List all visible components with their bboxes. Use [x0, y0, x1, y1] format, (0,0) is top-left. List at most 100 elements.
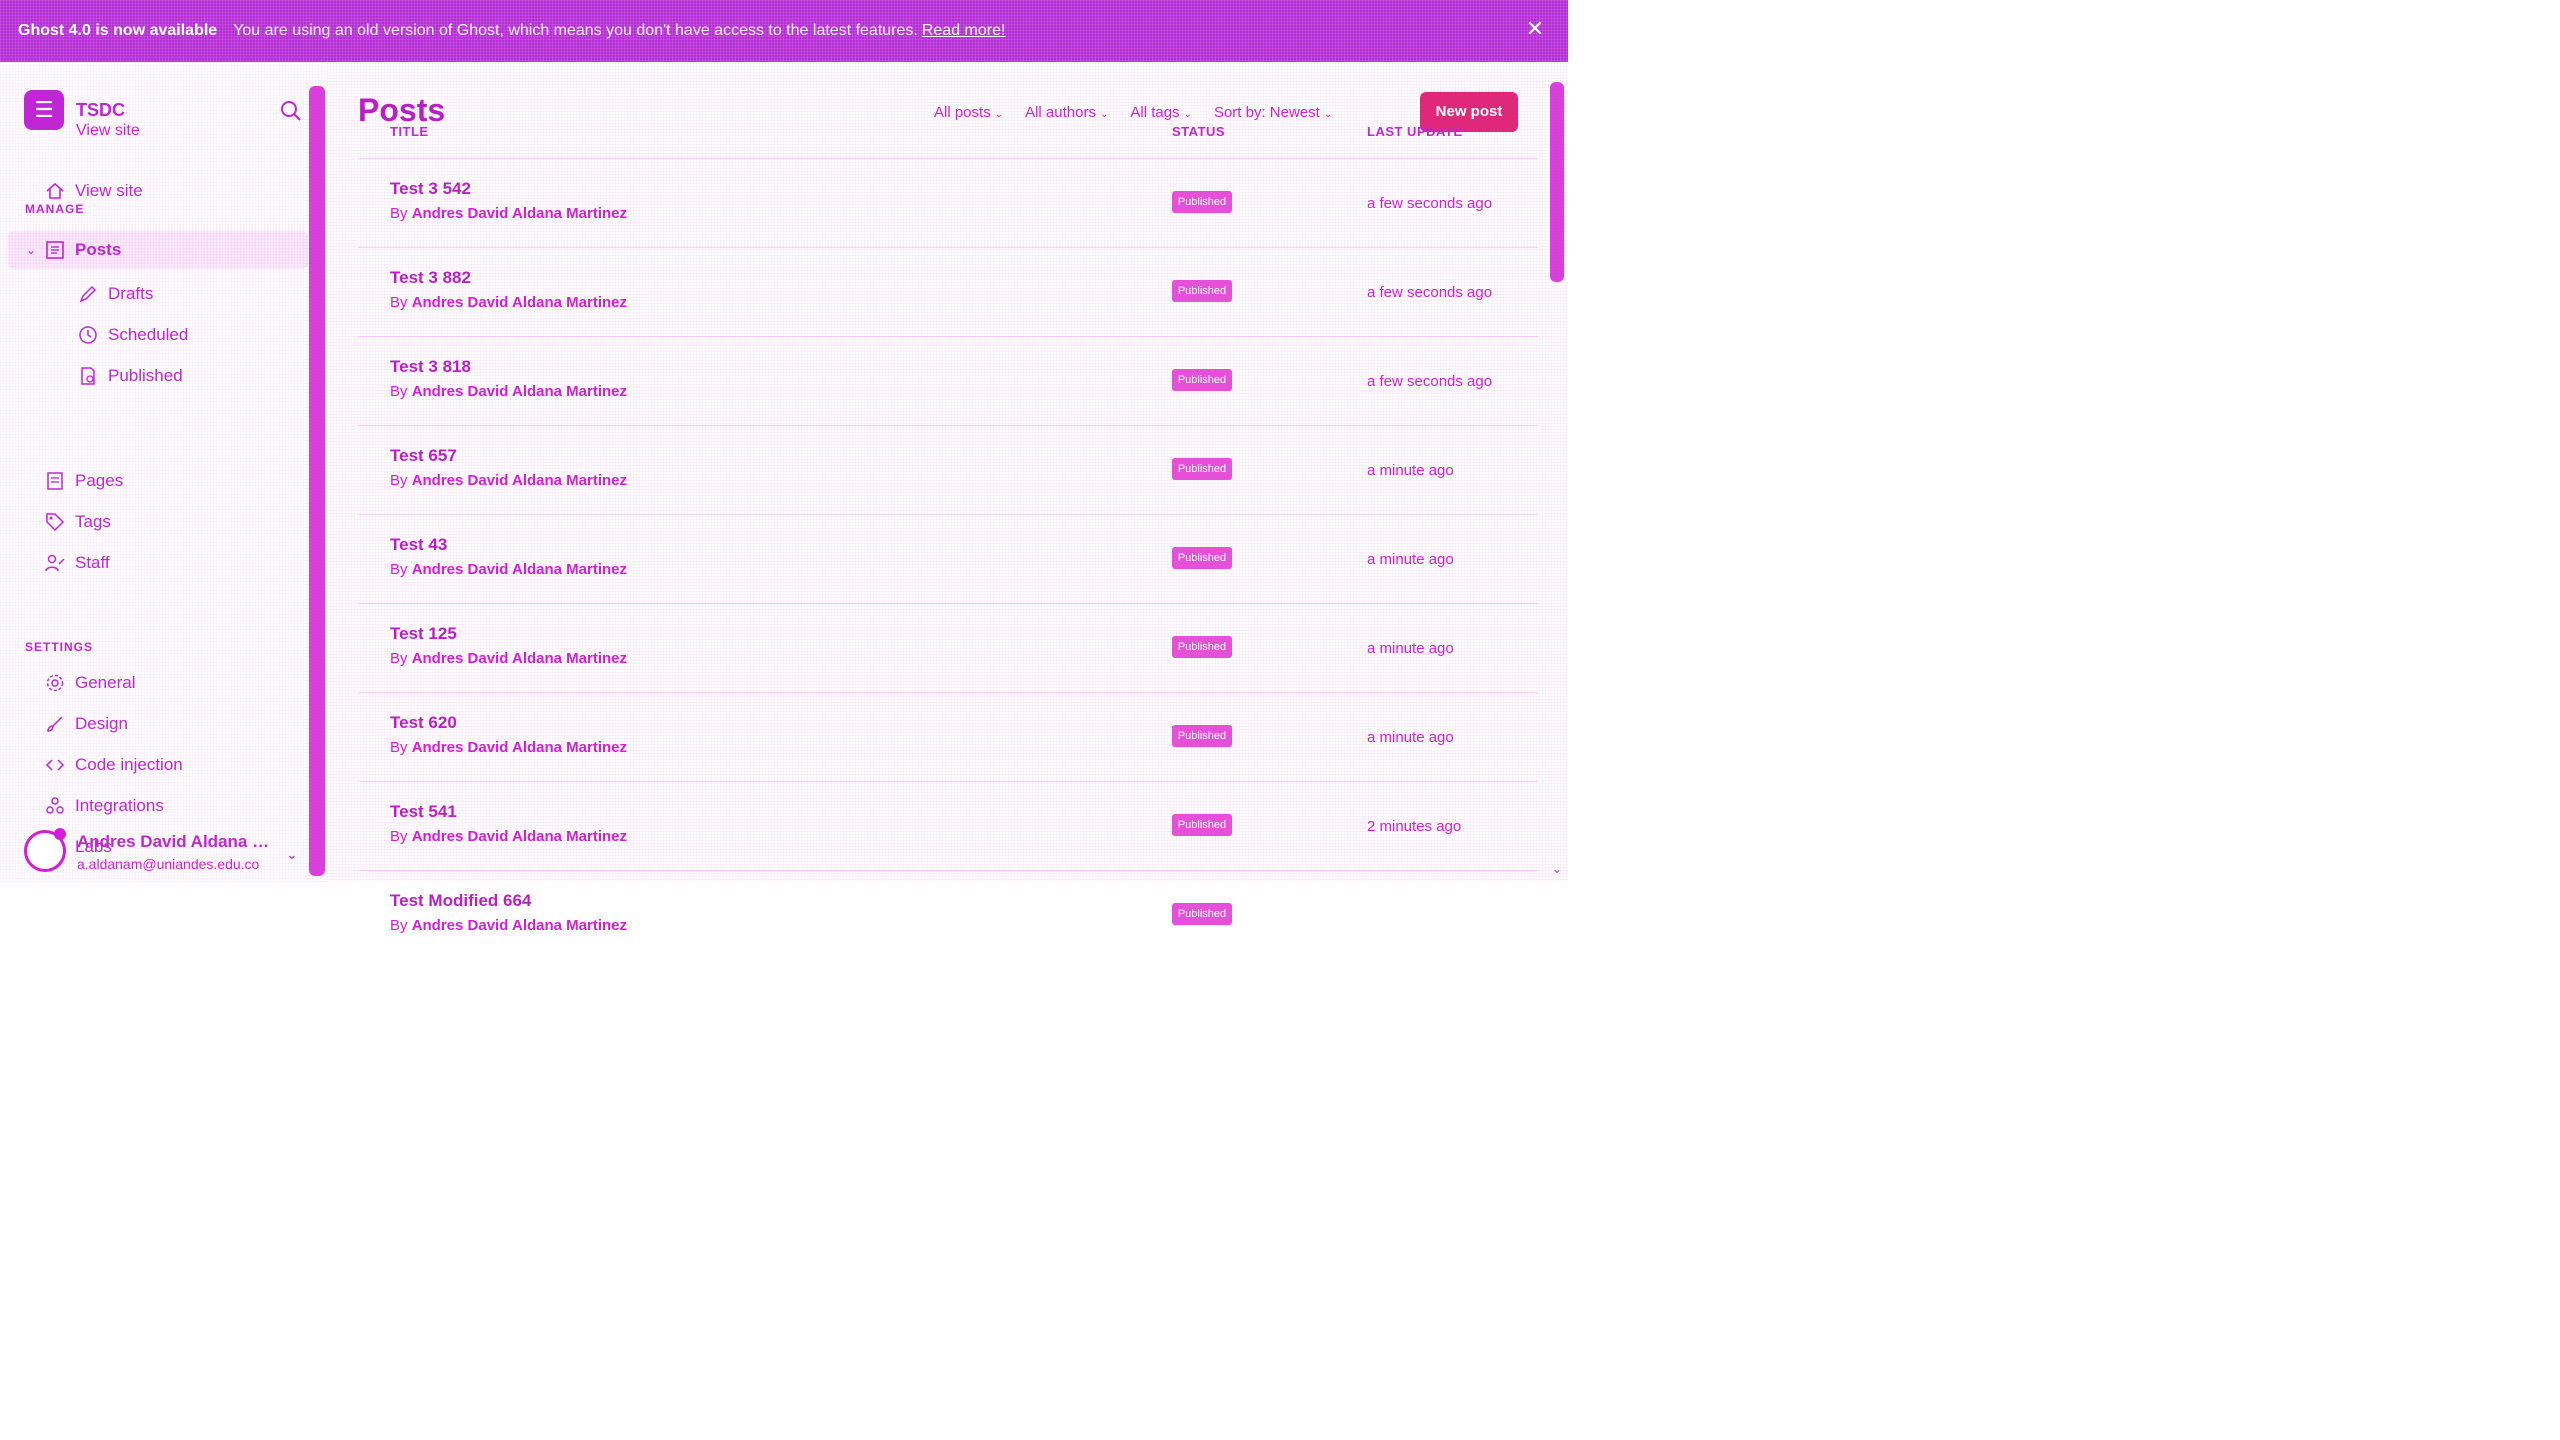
sidebar-item-label: Published [108, 366, 183, 385]
post-author: Andres David Aldana Martinez [411, 383, 628, 400]
sidebar: ☰ TSDC View site View site MANAGE ⌄ Post… [0, 62, 326, 882]
post-byline: By Andres David Aldana Martinez [390, 205, 627, 222]
byline-prefix: By [390, 917, 408, 934]
sidebar-item-label: Code injection [75, 755, 183, 774]
sidebar-item-label: Drafts [108, 284, 154, 303]
post-author: Andres David Aldana Martinez [411, 561, 628, 578]
post-author: Andres David Aldana Martinez [411, 650, 628, 667]
post-title[interactable]: Test 541 [390, 802, 457, 822]
post-title[interactable]: Test 3 882 [390, 268, 471, 288]
post-title[interactable]: Test Modified 664 [390, 891, 531, 911]
sidebar-item-label: Design [75, 714, 128, 733]
post-filters: All posts ⌄ All authors ⌄ All tags ⌄ Sort b… [934, 104, 1332, 121]
post-title[interactable]: Test 3 542 [390, 179, 471, 199]
staff-icon [45, 554, 65, 572]
banner-read-more-link[interactable]: Read more! [922, 22, 1006, 40]
pages-icon [47, 472, 63, 490]
table-row[interactable]: Test Modified 664 By Andres David Aldana … [358, 870, 1538, 959]
chevron-down-icon[interactable]: ⌄ [1552, 862, 1562, 876]
tag-icon [46, 513, 65, 532]
column-header-updated: LAST UPDATE [1367, 124, 1463, 139]
post-updated: a minute ago [1367, 462, 1454, 479]
chevron-down-icon[interactable]: ⌄ [286, 846, 298, 863]
post-title[interactable]: Test 125 [390, 624, 457, 644]
pencil-icon [79, 285, 97, 303]
table-row[interactable]: Test 541 By Andres David Aldana Martinez P… [358, 781, 1538, 870]
sidebar-item-drafts[interactable]: Drafts [78, 283, 153, 305]
table-row[interactable]: Test 3 542 By Andres David Aldana Martine… [358, 158, 1538, 247]
byline-prefix: By [390, 383, 408, 400]
post-byline: By Andres David Aldana Martinez [390, 472, 627, 489]
published-icon [81, 367, 95, 385]
post-author: Andres David Aldana Martinez [411, 739, 628, 756]
table-row[interactable]: Test 620 By Andres David Aldana Martinez P… [358, 692, 1538, 781]
table-row[interactable]: Test 657 By Andres David Aldana Martinez P… [358, 425, 1538, 514]
site-logo[interactable]: ☰ [24, 90, 64, 130]
post-title[interactable]: Test 620 [390, 713, 457, 733]
sidebar-item-code-injection[interactable]: Code injection [45, 754, 183, 776]
status-badge: Published [1172, 636, 1232, 658]
byline-prefix: By [390, 472, 408, 489]
table-row[interactable]: Test 43 By Andres David Aldana Martinez Pu… [358, 514, 1538, 603]
byline-prefix: By [390, 739, 408, 756]
sidebar-item-scheduled[interactable]: Scheduled [78, 324, 188, 346]
sidebar-item-label: Posts [75, 240, 122, 259]
main-scrollbar[interactable] [1550, 82, 1564, 282]
table-row[interactable]: Test 125 By Andres David Aldana Martinez P… [358, 603, 1538, 692]
post-byline: By Andres David Aldana Martinez [390, 383, 627, 400]
sidebar-item-staff[interactable]: Staff [45, 552, 110, 574]
home-icon [46, 182, 64, 199]
search-icon[interactable] [280, 100, 302, 122]
filter-label: All authors [1025, 104, 1096, 121]
sidebar-item-published[interactable]: Published [78, 365, 183, 387]
sidebar-item-design[interactable]: Design [45, 713, 128, 735]
post-updated: 2 minutes ago [1367, 818, 1462, 835]
post-byline: By Andres David Aldana Martinez [390, 294, 627, 311]
sidebar-item-label: General [75, 673, 136, 692]
manage-heading: MANAGE [25, 202, 85, 216]
close-icon[interactable]: ✕ [1524, 18, 1546, 40]
filter-all-authors[interactable]: All authors ⌄ [1025, 104, 1108, 121]
chevron-down-icon: ⌄ [1183, 109, 1192, 120]
sidebar-item-view-site[interactable]: View site [45, 180, 143, 202]
sidebar-item-tags[interactable]: Tags [45, 511, 111, 533]
view-site-link[interactable]: View site [76, 122, 140, 140]
banner-message: You are using an old version of Ghost, w… [233, 22, 918, 39]
post-author: Andres David Aldana Martinez [411, 472, 628, 489]
post-title[interactable]: Test 43 [390, 535, 447, 555]
sidebar-item-pages[interactable]: Pages [45, 470, 123, 492]
sidebar-scrollbar[interactable] [309, 86, 325, 876]
user-menu[interactable]: Andres David Aldana Martinez a.aldanam@u… [24, 828, 314, 878]
byline-prefix: By [390, 561, 408, 578]
post-title[interactable]: Test 3 818 [390, 357, 471, 377]
sidebar-item-posts[interactable]: Posts [8, 231, 308, 269]
status-badge: Published [1172, 725, 1232, 747]
post-updated: a few seconds ago [1367, 284, 1493, 301]
byline-prefix: By [390, 205, 408, 222]
post-byline: By Andres David Aldana Martinez [390, 561, 627, 578]
filter-all-posts[interactable]: All posts ⌄ [934, 104, 1003, 121]
sidebar-item-general[interactable]: General [45, 672, 135, 694]
post-byline: By Andres David Aldana Martinez [390, 828, 627, 845]
post-title[interactable]: Test 657 [390, 446, 457, 466]
sidebar-item-label: Integrations [75, 796, 164, 815]
post-updated: a minute ago [1367, 640, 1454, 657]
filter-all-tags[interactable]: All tags ⌄ [1130, 104, 1192, 121]
sidebar-item-label: Pages [75, 471, 124, 490]
upgrade-banner: Ghost 4.0 is now available You are using… [0, 0, 1568, 62]
status-dot [54, 828, 66, 840]
table-row[interactable]: Test 3 818 By Andres David Aldana Martine… [358, 336, 1538, 425]
post-author: Andres David Aldana Martinez [411, 828, 628, 845]
status-badge: Published [1172, 903, 1232, 925]
status-badge: Published [1172, 547, 1232, 569]
status-badge: Published [1172, 369, 1232, 391]
main-content: Posts All posts ⌄ All authors ⌄ All tags ⌄ … [326, 62, 1568, 934]
table-row[interactable]: Test 3 882 By Andres David Aldana Martine… [358, 247, 1538, 336]
filter-sort[interactable]: Sort by: Newest ⌄ [1214, 104, 1332, 121]
filter-label: All posts [934, 104, 991, 121]
post-author: Andres David Aldana Martinez [411, 205, 628, 222]
status-badge: Published [1172, 814, 1232, 836]
gear-icon [46, 674, 64, 692]
post-byline: By Andres David Aldana Martinez [390, 917, 627, 934]
sidebar-item-integrations[interactable]: Integrations [45, 795, 164, 817]
